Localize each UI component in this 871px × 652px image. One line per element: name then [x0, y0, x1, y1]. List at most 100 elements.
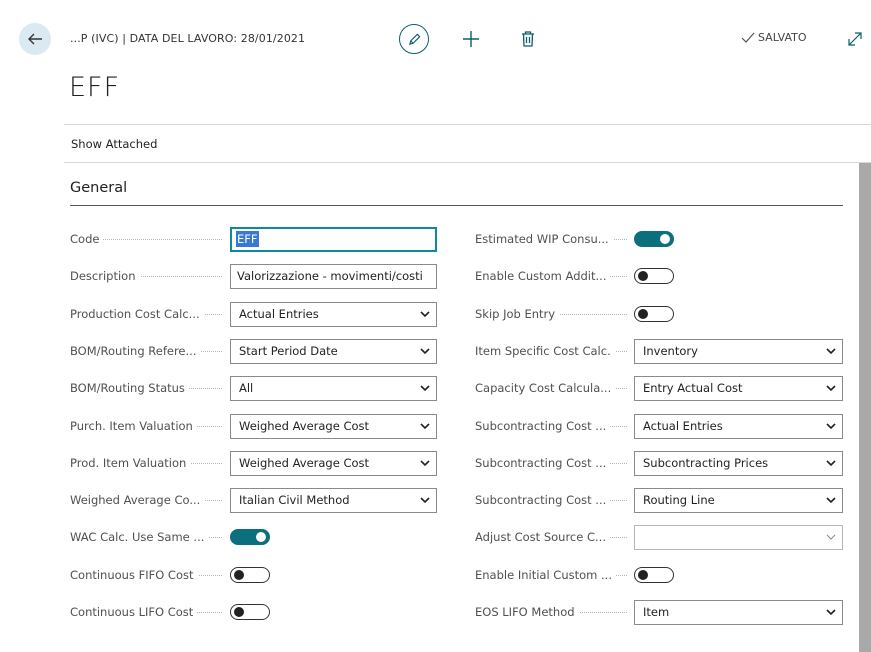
label-text: Continuous FIFO Cost — [70, 568, 198, 582]
enable-initial-custom-toggle[interactable] — [634, 567, 674, 583]
chevron-down-icon — [826, 423, 836, 430]
field-label-skip-job-entry: Skip Job Entry — [475, 306, 627, 322]
chevron-down-icon — [826, 534, 836, 540]
chevron-down-icon — [420, 348, 430, 355]
toggle-knob — [638, 271, 648, 281]
field-label-subcontracting-cost: Subcontracting Cost ... — [475, 418, 627, 434]
capacity-cost-calcula-select[interactable]: Entry Actual Cost — [634, 376, 843, 401]
page-title: EFF — [69, 72, 121, 103]
select-value: Routing Line — [643, 493, 715, 507]
field-label-subcontracting-cost: Subcontracting Cost ... — [475, 492, 627, 508]
field-label-description: Description — [70, 268, 222, 284]
chevron-down-icon — [420, 460, 430, 467]
label-text: Description — [70, 269, 140, 283]
select-value: Italian Civil Method — [239, 493, 350, 507]
field-label-bom-routing-refere: BOM/Routing Refere... — [70, 343, 222, 359]
chevron-down-icon — [420, 385, 430, 392]
bom-routing-refere-select[interactable]: Start Period Date — [230, 339, 437, 364]
label-text: Code — [70, 232, 104, 246]
label-text: Skip Job Entry — [475, 307, 560, 321]
field-label-capacity-cost-calcula: Capacity Cost Calcula... — [475, 380, 627, 396]
select-value: Subcontracting Prices — [643, 456, 769, 470]
estimated-wip-consu-toggle[interactable] — [634, 231, 674, 247]
label-text: Purch. Item Valuation — [70, 419, 197, 433]
subcontracting-cost-select[interactable]: Subcontracting Prices — [634, 451, 843, 476]
label-text: Subcontracting Cost ... — [475, 456, 611, 470]
enable-custom-addit-toggle[interactable] — [634, 268, 674, 284]
production-cost-calc-select[interactable]: Actual Entries — [230, 302, 437, 327]
input-value: Valorizzazione - movimenti/costi — [237, 269, 423, 283]
chevron-down-icon — [826, 385, 836, 392]
continuous-fifo-cost-toggle[interactable] — [230, 567, 270, 583]
field-label-code: Code — [70, 231, 222, 247]
label-text: EOS LIFO Method — [475, 605, 579, 619]
weighed-average-co-select[interactable]: Italian Civil Method — [230, 488, 437, 513]
continuous-lifo-cost-toggle[interactable] — [230, 604, 270, 620]
label-text: Capacity Cost Calcula... — [475, 381, 616, 395]
page-header: ...P (IVC) | DATA DEL LAVORO: 28/01/2021… — [0, 0, 871, 112]
item-specific-cost-calc-select[interactable]: Inventory — [634, 339, 843, 364]
checkmark-icon — [741, 32, 755, 43]
select-value: Start Period Date — [239, 344, 338, 358]
field-label-purch-item-valuation: Purch. Item Valuation — [70, 418, 222, 434]
description-input[interactable]: Valorizzazione - movimenti/costi — [230, 264, 437, 289]
code-input[interactable]: EFF — [230, 227, 437, 252]
purch-item-valuation-select[interactable]: Weighed Average Cost — [230, 414, 437, 439]
field-label-weighed-average-co: Weighed Average Co... — [70, 492, 222, 508]
scrollbar[interactable] — [859, 163, 871, 652]
toggle-knob — [660, 234, 670, 244]
arrow-left-icon — [28, 33, 42, 45]
edit-button[interactable] — [399, 24, 429, 54]
label-text: Estimated WIP Consu... — [475, 232, 613, 246]
label-text: Subcontracting Cost ... — [475, 493, 611, 507]
select-value: Item — [643, 605, 670, 619]
bom-routing-status-select[interactable]: All — [230, 376, 437, 401]
label-text: Prod. Item Valuation — [70, 456, 191, 470]
field-label-enable-custom-addit: Enable Custom Addit... — [475, 268, 627, 284]
label-text: Weighed Average Co... — [70, 493, 205, 507]
label-text: Continuous LIFO Cost — [70, 605, 198, 619]
field-label-item-specific-cost-calc: Item Specific Cost Calc. — [475, 343, 627, 359]
section-underline — [70, 205, 843, 206]
plus-icon[interactable] — [460, 28, 482, 50]
saved-label: SALVATO — [758, 31, 807, 44]
select-value: Actual Entries — [643, 419, 723, 433]
select-value: Weighed Average Cost — [239, 456, 370, 470]
field-label-bom-routing-status: BOM/Routing Status — [70, 380, 222, 396]
chevron-down-icon — [420, 423, 430, 430]
chevron-down-icon — [826, 348, 836, 355]
adjust-cost-source-c-select[interactable] — [634, 525, 843, 550]
select-value: All — [239, 381, 254, 395]
label-text: Adjust Cost Source C... — [475, 530, 610, 544]
chevron-down-icon — [420, 497, 430, 504]
subcontracting-cost-select[interactable]: Routing Line — [634, 488, 843, 513]
toggle-knob — [638, 309, 648, 319]
label-text: Enable Initial Custom ... — [475, 568, 616, 582]
field-label-continuous-lifo-cost: Continuous LIFO Cost — [70, 604, 222, 620]
field-label-production-cost-calc: Production Cost Calc... — [70, 306, 222, 322]
label-text: Enable Custom Addit... — [475, 269, 611, 283]
eos-lifo-method-select[interactable]: Item — [634, 600, 843, 625]
label-text: Item Specific Cost Calc. — [475, 344, 615, 358]
section-title-general: General — [70, 180, 128, 196]
wac-calc-use-same-toggle[interactable] — [230, 529, 270, 545]
field-label-prod-item-valuation: Prod. Item Valuation — [70, 455, 222, 471]
trash-icon[interactable] — [518, 29, 538, 49]
back-button[interactable] — [19, 23, 51, 55]
toggle-knob — [234, 607, 244, 617]
prod-item-valuation-select[interactable]: Weighed Average Cost — [230, 451, 437, 476]
skip-job-entry-toggle[interactable] — [634, 306, 674, 322]
subcontracting-cost-select[interactable]: Actual Entries — [634, 414, 843, 439]
divider — [64, 162, 871, 163]
select-value: Inventory — [643, 344, 698, 358]
toggle-knob — [234, 570, 244, 580]
chevron-down-icon — [826, 460, 836, 467]
toggle-knob — [256, 532, 266, 542]
chevron-down-icon — [420, 311, 430, 318]
chevron-down-icon — [826, 609, 836, 616]
label-text: WAC Calc. Use Same ... — [70, 530, 209, 544]
show-attached-action[interactable]: Show Attached — [71, 137, 157, 151]
expand-icon[interactable] — [846, 30, 864, 48]
field-label-estimated-wip-consu: Estimated WIP Consu... — [475, 231, 627, 247]
field-label-adjust-cost-source-c: Adjust Cost Source C... — [475, 529, 627, 545]
